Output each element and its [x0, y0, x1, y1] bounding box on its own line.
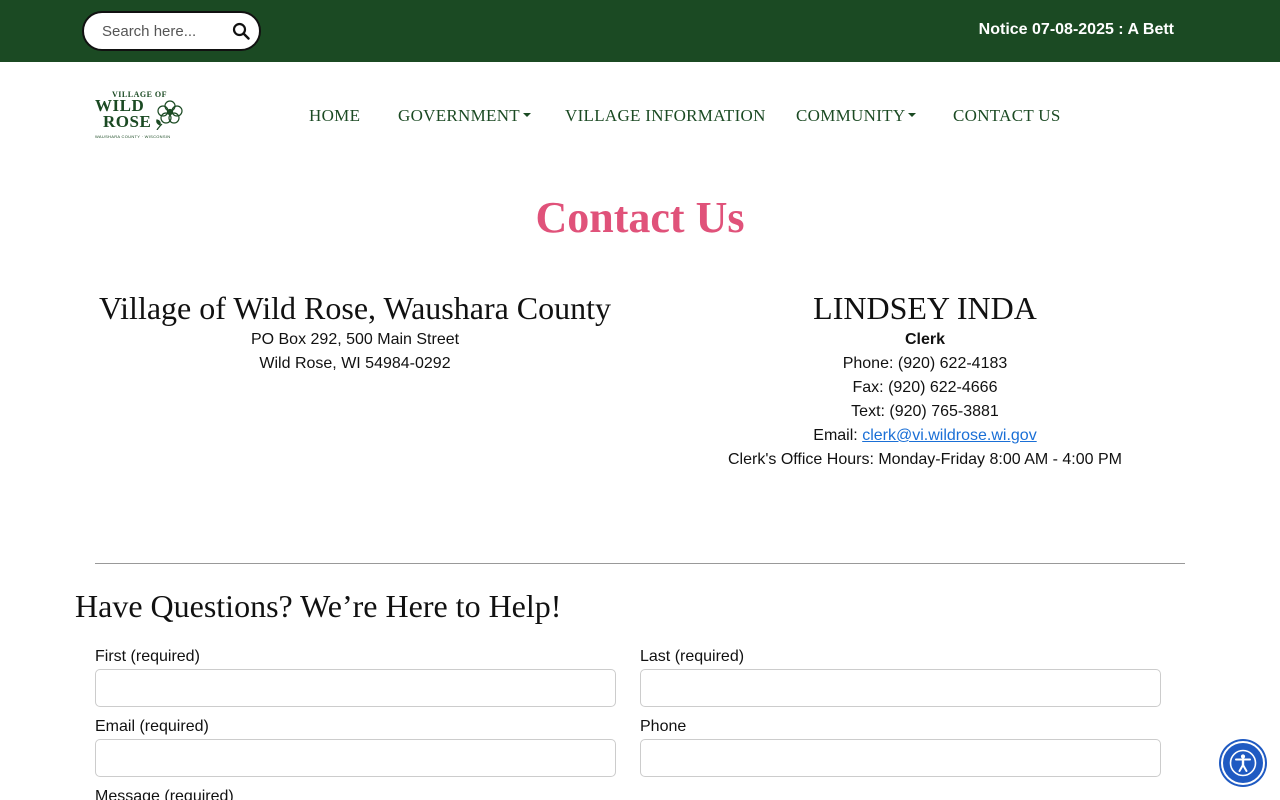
nav-community-label: COMMUNITY [796, 106, 906, 125]
nav-community[interactable]: COMMUNITY [796, 106, 917, 126]
main-nav: HOME GOVERNMENT VILLAGE INFORMATION COMM… [0, 106, 1280, 128]
clerk-hours: Clerk's Office Hours: Monday-Friday 8:00… [727, 451, 1122, 468]
first-name-field[interactable] [95, 669, 616, 707]
nav-contact-us[interactable]: CONTACT US [953, 106, 1061, 126]
clerk-contact-block: LINDSEY INDA Clerk Phone: (920) 622-4183… [640, 290, 1210, 472]
page-title: Contact Us [535, 193, 745, 242]
clerk-role: Clerk [904, 331, 946, 348]
caret-down-icon [908, 113, 917, 118]
address-line-1: PO Box 292, 500 Main Street [250, 331, 460, 348]
last-name-label: Last (required) [640, 648, 745, 665]
clerk-name: LINDSEY INDA [813, 290, 1037, 326]
logo-line-4: WAUSHARA COUNTY · WISCONSIN [95, 134, 171, 139]
clerk-email-link[interactable]: clerk@vi.wildrose.wi.gov [862, 427, 1037, 444]
top-bar: Notice 07-08-2025 : A Bett [0, 0, 1280, 62]
nav-government[interactable]: GOVERNMENT [398, 106, 531, 126]
clerk-text: Text: (920) 765-3881 [851, 403, 999, 420]
form-title: Have Questions? We’re Here to Help! [75, 588, 562, 624]
clerk-fax: Fax: (920) 622-4666 [852, 379, 998, 396]
village-name: Village of Wild Rose, Waushara County [98, 290, 612, 326]
notice-ticker[interactable]: Notice 07-08-2025 : A Bett [979, 21, 1174, 39]
nav-home[interactable]: HOME [309, 106, 360, 126]
caret-down-icon [523, 113, 531, 118]
message-label: Message (required) [95, 788, 234, 800]
clerk-email-label: Email: [813, 427, 858, 444]
accessibility-icon [1229, 749, 1257, 777]
accessibility-button[interactable] [1221, 741, 1265, 785]
clerk-phone: Phone: (920) 622-4183 [842, 355, 1008, 372]
site-header: VILLAGE OF WILD ROSE WAUSHARA COUNTY · W… [0, 62, 1280, 172]
search-box [82, 11, 261, 51]
search-icon[interactable] [232, 22, 252, 42]
phone-field[interactable] [640, 739, 1161, 777]
last-name-field[interactable] [640, 669, 1161, 707]
email-label: Email (required) [95, 718, 209, 735]
section-divider [95, 563, 1185, 564]
search-input[interactable] [102, 21, 222, 41]
clerk-email-line: Email: clerk@vi.wildrose.wi.gov [640, 424, 1210, 448]
phone-label: Phone [640, 718, 687, 735]
first-name-label: First (required) [95, 648, 200, 665]
email-field[interactable] [95, 739, 616, 777]
village-address-block: Village of Wild Rose, Waushara County PO… [95, 290, 615, 376]
address-line-2: Wild Rose, WI 54984-0292 [259, 355, 451, 372]
nav-government-label: GOVERNMENT [398, 106, 520, 125]
nav-village-information[interactable]: VILLAGE INFORMATION [565, 106, 766, 126]
